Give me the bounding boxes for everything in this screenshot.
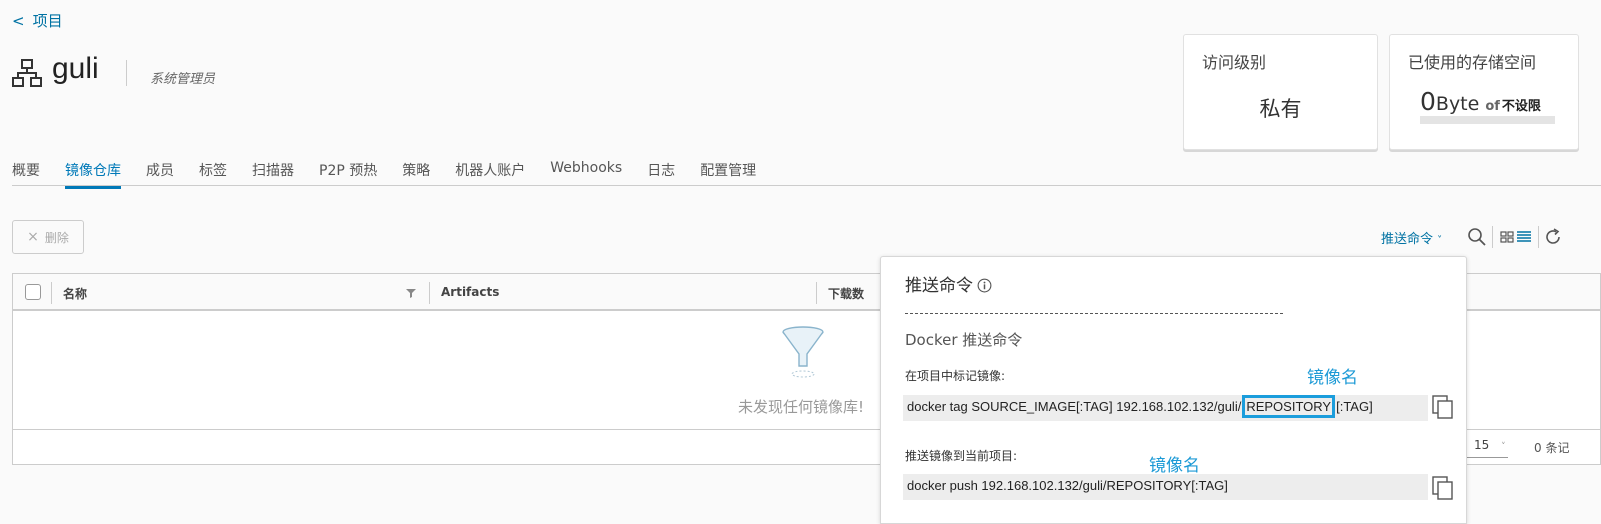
copy-icon[interactable] [1432, 476, 1454, 500]
search-icon[interactable] [1467, 227, 1487, 247]
project-role: 系统管理员 [150, 72, 216, 87]
back-arrow-icon: < [12, 12, 25, 30]
push-command-box[interactable]: docker push 192.168.102.132/guli/REPOSIT… [903, 474, 1428, 500]
filter-icon[interactable] [406, 288, 416, 298]
column-separator [51, 282, 52, 304]
toolbar-separator [1492, 226, 1493, 248]
back-to-projects-link[interactable]: < 项目 [12, 10, 63, 31]
select-all-checkbox[interactable] [25, 284, 41, 300]
column-header-name[interactable]: 名称 [63, 285, 87, 302]
back-label: 项目 [32, 12, 63, 30]
access-level-value: 私有 [1259, 97, 1302, 121]
tag-command-box[interactable]: docker tag SOURCE_IMAGE[:TAG] 192.168.10… [903, 395, 1428, 421]
push-command-text: docker push 192.168.102.132/guli/REPOSIT… [907, 478, 1228, 493]
page-size-value: 15 [1474, 438, 1490, 452]
info-icon[interactable] [977, 278, 992, 293]
push-command-dropdown[interactable]: 推送命令 ˅ [1381, 228, 1442, 247]
storage-of: of [1485, 99, 1500, 114]
repository-highlight: REPOSITORY [1242, 395, 1336, 418]
copy-icon[interactable] [1432, 395, 1454, 419]
list-view-icon[interactable] [1515, 227, 1535, 247]
chevron-down-icon: ˅ [1437, 235, 1443, 246]
storage-title: 已使用的存储空间 [1408, 53, 1537, 72]
popover-title-text: 推送命令 [905, 276, 973, 296]
popover-title: 推送命令 [905, 271, 992, 296]
image-name-annotation: 镜像名 [1149, 456, 1200, 476]
tag-command-prefix: docker tag SOURCE_IMAGE[:TAG] 192.168.10… [907, 399, 1242, 414]
push-image-label: 推送镜像到当前项目: [905, 449, 1018, 463]
empty-funnel-icon [782, 326, 824, 378]
tabs-underline [12, 185, 1601, 186]
storage-usage: 0Byte of 不设限 [1420, 87, 1541, 116]
column-separator [429, 282, 430, 304]
access-level-card: 访问级别 私有 [1183, 34, 1378, 150]
project-icon [12, 59, 42, 87]
image-name-annotation: 镜像名 [1307, 368, 1358, 388]
chevron-down-icon: ˅ [1501, 442, 1506, 452]
total-count: 0 条记 [1534, 441, 1570, 455]
column-header-downloads[interactable]: 下载数 [828, 285, 864, 302]
delete-label: 删除 [44, 230, 69, 245]
header-divider [126, 60, 127, 86]
storage-used: 0 [1420, 87, 1436, 116]
access-level-title: 访问级别 [1202, 53, 1267, 72]
toolbar-separator [1538, 226, 1539, 248]
project-name: guli [52, 52, 99, 85]
column-header-artifacts[interactable]: Artifacts [441, 285, 499, 299]
storage-limit: 不设限 [1501, 99, 1541, 114]
empty-state-text: 未发现任何镜像库! [738, 398, 865, 416]
column-separator [816, 282, 817, 304]
delete-button[interactable]: × 删除 [12, 220, 84, 254]
popover-subtitle: Docker 推送命令 [905, 331, 1023, 349]
tag-image-label: 在项目中标记镜像: [905, 369, 1006, 383]
refresh-icon[interactable] [1543, 227, 1563, 247]
push-command-label: 推送命令 [1381, 232, 1434, 247]
storage-card: 已使用的存储空间 0Byte of 不设限 [1389, 34, 1579, 150]
storage-unit: Byte [1435, 93, 1480, 115]
dashed-divider [905, 313, 1283, 314]
storage-progress-bar [1420, 116, 1555, 124]
page-size-select[interactable]: 15 ˅ [1462, 438, 1508, 458]
tag-command-suffix: [:TAG] [1336, 399, 1373, 414]
push-command-popover: 推送命令 Docker 推送命令 在项目中标记镜像: 镜像名 docker ta… [880, 256, 1467, 524]
close-icon: × [27, 229, 39, 245]
